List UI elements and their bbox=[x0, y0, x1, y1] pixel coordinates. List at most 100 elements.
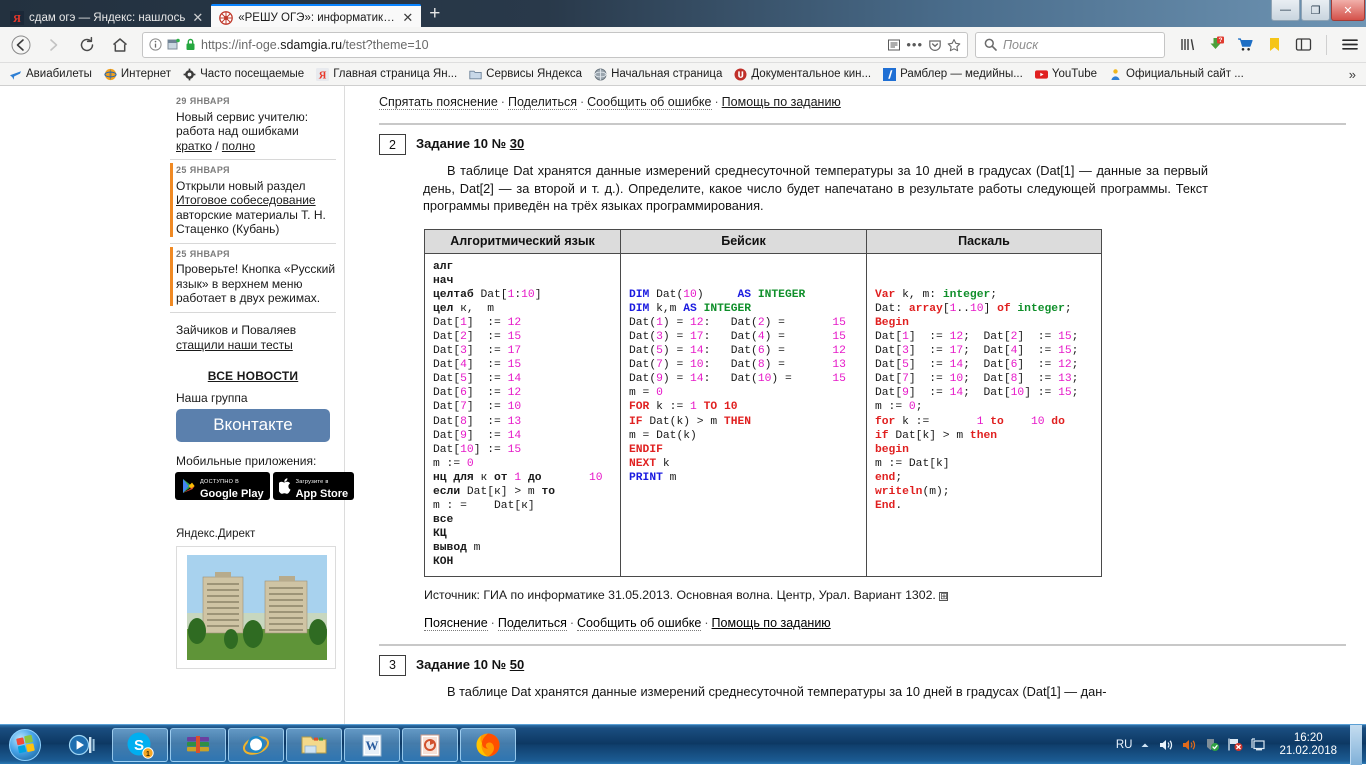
bookmark-item-6[interactable]: Документальное кин... bbox=[729, 66, 876, 83]
bookmark-item-3[interactable]: Я Главная страница Ян... bbox=[311, 66, 462, 83]
home-button[interactable] bbox=[105, 31, 135, 59]
share-link[interactable]: Поделиться bbox=[507, 95, 577, 110]
reload-button[interactable] bbox=[72, 31, 102, 59]
display-icon[interactable] bbox=[1250, 737, 1266, 752]
bookmarks-overflow-button[interactable]: » bbox=[1343, 67, 1362, 82]
clock-date: 21.02.2018 bbox=[1279, 744, 1337, 757]
new-tab-button[interactable]: + bbox=[421, 4, 448, 27]
pocket-icon[interactable] bbox=[928, 38, 942, 52]
bookmark-label: Рамблер — медийны... bbox=[900, 68, 1023, 80]
report-error-link[interactable]: Сообщить об ошибке bbox=[587, 95, 712, 110]
taskbar-items: S 1 W bbox=[54, 727, 516, 762]
page-action-icon[interactable] bbox=[167, 38, 180, 51]
task-body-text: В таблице Dat хранятся данные измерений … bbox=[423, 163, 1208, 213]
address-bar[interactable]: https://inf-oge.sdamgia.ru/test?theme=10… bbox=[142, 31, 968, 58]
search-bar[interactable]: Поиск bbox=[975, 31, 1165, 58]
bookmarks-bar: Авиабилеты Интернет Часто посещаемые Я Г… bbox=[0, 63, 1366, 86]
bookmark-star-icon[interactable] bbox=[947, 38, 961, 52]
all-news-link[interactable]: ВСЕ НОВОСТИ bbox=[208, 369, 298, 383]
security-shield-icon[interactable] bbox=[1204, 737, 1220, 752]
page-menu-icon[interactable]: ••• bbox=[906, 37, 923, 52]
report-error-link[interactable]: Сообщить об ошибке bbox=[577, 615, 702, 631]
show-desktop-button[interactable] bbox=[1350, 724, 1362, 765]
bookmark-item-5[interactable]: Начальная страница bbox=[589, 66, 727, 83]
back-button[interactable] bbox=[6, 31, 36, 59]
mobile-apps-label: Мобильные приложения: bbox=[176, 453, 317, 468]
news-item: 25 ЯНВАРЯ Открыли новый раздел Итоговое … bbox=[170, 160, 336, 244]
news-text-after: авторские материалы Т. Н. Стаценко (Куба… bbox=[176, 207, 326, 237]
close-window-button[interactable]: ✕ bbox=[1331, 0, 1365, 21]
info-icon[interactable] bbox=[149, 38, 162, 51]
downloads-icon[interactable]: ? bbox=[1206, 34, 1226, 56]
bookmark-item-0[interactable]: Авиабилеты bbox=[4, 66, 97, 83]
news-text: Проверьте! Кнопка «Русский язык» в верхн… bbox=[176, 262, 336, 305]
bookmark-label: YouTube bbox=[1051, 68, 1098, 80]
news-link-full[interactable]: полно bbox=[222, 139, 255, 153]
bookmark-label: Начальная страница bbox=[611, 68, 723, 80]
search-icon bbox=[984, 38, 997, 51]
bookmark-item-1[interactable]: Интернет bbox=[99, 66, 176, 83]
menu-icon[interactable] bbox=[1340, 34, 1360, 56]
column-header-basic: Бейсик bbox=[620, 228, 867, 254]
taskbar-item-internet-explorer[interactable] bbox=[228, 727, 284, 762]
taskbar-item-powerpoint[interactable] bbox=[402, 727, 458, 762]
start-button[interactable] bbox=[2, 727, 48, 763]
network-flag-icon[interactable] bbox=[1227, 737, 1243, 752]
taskbar-clock[interactable]: 16:20 21.02.2018 bbox=[1273, 732, 1343, 758]
svg-text:Я: Я bbox=[13, 13, 21, 25]
tab-title: «РЕШУ ОГЭ»: информатика. О bbox=[238, 11, 396, 24]
svg-text:1: 1 bbox=[146, 751, 150, 758]
news-link-short[interactable]: кратко bbox=[176, 139, 212, 153]
task-id-link[interactable]: 50 bbox=[510, 657, 524, 672]
yandex-direct-ad[interactable] bbox=[176, 545, 336, 669]
separator: · bbox=[500, 95, 505, 109]
google-play-badge[interactable]: ДОСТУПНО В Google Play bbox=[175, 471, 270, 500]
language-indicator[interactable]: RU bbox=[1116, 739, 1133, 751]
bookmark-item-9[interactable]: Официальный сайт ... bbox=[1104, 66, 1249, 83]
task-header: 2 Задание 10 № 30 bbox=[379, 134, 1346, 155]
library-icon[interactable] bbox=[1177, 34, 1197, 56]
speaker-icon[interactable] bbox=[1181, 738, 1197, 752]
url-prefix: https://inf-oge. bbox=[201, 37, 281, 52]
help-link[interactable]: Помощь по заданию bbox=[722, 95, 841, 109]
expand-source-icon[interactable]: ⊞ bbox=[939, 591, 949, 601]
bookmark-item-7[interactable]: Рамблер — медийны... bbox=[878, 66, 1028, 83]
help-link[interactable]: Помощь по заданию bbox=[712, 616, 831, 630]
close-icon[interactable]: ✕ bbox=[400, 11, 415, 24]
hide-explanation-link[interactable]: Спрятать пояснение bbox=[379, 95, 498, 110]
main-content: Спрятать пояснение · Поделиться · Сообщить о… bbox=[345, 86, 1366, 724]
taskbar-item-skype[interactable]: S 1 bbox=[112, 727, 168, 762]
bookmark-item-4[interactable]: Сервисы Яндекса bbox=[464, 66, 587, 83]
plane-icon bbox=[9, 68, 22, 81]
minimize-button[interactable]: — bbox=[1271, 0, 1300, 21]
volume-icon[interactable] bbox=[1158, 738, 1174, 752]
vkontakte-button[interactable]: Вконтакте bbox=[176, 408, 330, 442]
sidebar-icon[interactable] bbox=[1293, 34, 1313, 56]
reader-mode-icon[interactable] bbox=[887, 38, 901, 52]
arrow-up-icon[interactable] bbox=[1139, 739, 1151, 751]
close-icon[interactable]: ✕ bbox=[190, 11, 205, 24]
globe-icon bbox=[104, 68, 117, 81]
maximize-button[interactable]: ❐ bbox=[1301, 0, 1330, 21]
taskbar-item-word[interactable]: W bbox=[344, 727, 400, 762]
bookmark-item-8[interactable]: YouTube bbox=[1030, 66, 1102, 83]
taskbar-item-firefox[interactable] bbox=[460, 727, 516, 762]
task-id-link[interactable]: 30 bbox=[510, 136, 524, 151]
bookmark-item-2[interactable]: Часто посещаемые bbox=[178, 66, 309, 83]
divider bbox=[379, 123, 1346, 125]
browser-tab-2[interactable]: «РЕШУ ОГЭ»: информатика. О ✕ bbox=[211, 4, 422, 27]
task-title-prefix: Задание 10 № bbox=[416, 136, 510, 151]
taskbar-item-explorer[interactable] bbox=[286, 727, 342, 762]
taskbar-item-winrar[interactable] bbox=[170, 727, 226, 762]
shopping-cart-icon[interactable] bbox=[1235, 34, 1255, 56]
browser-tab-1[interactable]: Я сдам огэ — Яндекс: нашлось ✕ bbox=[2, 4, 211, 27]
news-link[interactable]: Итоговое собеседование bbox=[176, 193, 316, 207]
forward-button[interactable] bbox=[39, 31, 69, 59]
taskbar-item-media-player[interactable] bbox=[54, 728, 110, 762]
stolen-tests-link[interactable]: стащили наши тесты bbox=[176, 338, 293, 352]
bookmark-icon[interactable] bbox=[1264, 34, 1284, 56]
app-store-badge[interactable]: Загрузите в App Store bbox=[272, 471, 355, 500]
explanation-link[interactable]: Пояснение bbox=[424, 615, 488, 631]
basic-source: DIM Dat(10) AS INTEGER DIM k,m AS INTEGE… bbox=[629, 288, 846, 484]
share-link[interactable]: Поделиться bbox=[497, 615, 567, 631]
